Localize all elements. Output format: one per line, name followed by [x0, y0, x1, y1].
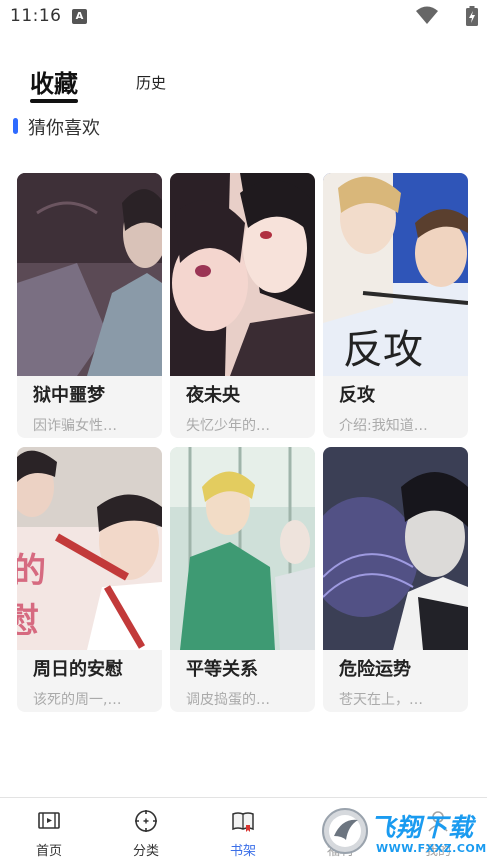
- nav-item-bookshelf[interactable]: 书架: [208, 798, 278, 865]
- comic-card[interactable]: 平等关系 调皮捣蛋的…: [170, 447, 315, 712]
- comic-desc: 调皮捣蛋的…: [186, 692, 270, 708]
- comic-cover: [170, 173, 315, 376]
- status-time: 11:16: [10, 6, 62, 26]
- comic-title: 夜未央: [186, 385, 240, 406]
- wifi-icon: [416, 6, 438, 24]
- watermark-url: WWW.FXXZ.COM: [376, 842, 487, 855]
- comic-card[interactable]: 狱中噩梦 因诈骗女性…: [17, 173, 162, 438]
- compass-icon: [135, 810, 157, 832]
- comic-desc: 该死的周一,…: [33, 692, 122, 708]
- comic-desc: 介绍:我知道…: [339, 418, 428, 434]
- comic-cover: 反攻: [323, 173, 468, 376]
- comic-cover: [170, 447, 315, 650]
- nav-label: 书架: [229, 844, 256, 859]
- watermark-logo-icon: [322, 808, 368, 854]
- section-title: 猜你喜欢: [28, 118, 100, 139]
- book-icon: [232, 812, 254, 832]
- comic-cover: [323, 447, 468, 650]
- tab-active-indicator: [30, 99, 78, 103]
- nav-label: 分类: [132, 844, 159, 859]
- nav-item-category[interactable]: 分类: [111, 798, 181, 865]
- watermark-title: 飞翔下载: [370, 813, 475, 842]
- comic-title: 平等关系: [186, 659, 258, 680]
- comic-desc: 苍天在上，…: [339, 692, 423, 708]
- comic-desc: 失忆少年的…: [186, 418, 270, 434]
- battery-icon: [466, 6, 478, 26]
- status-bar: 11:16 A: [0, 0, 487, 34]
- svg-text:反攻: 反攻: [343, 327, 423, 373]
- comic-title: 危险运势: [339, 659, 411, 680]
- svg-text:慰: 慰: [17, 601, 39, 641]
- nav-item-home[interactable]: 首页: [14, 798, 84, 865]
- watermark: 飞翔下载 WWW.FXXZ.COM: [318, 802, 487, 860]
- comic-cover: [17, 173, 162, 376]
- nav-label: 首页: [35, 844, 62, 859]
- tab-history[interactable]: 历史: [136, 72, 166, 93]
- film-icon: [38, 812, 60, 829]
- comic-cover: 的 慰: [17, 447, 162, 650]
- comic-card[interactable]: 反攻 反攻 介绍:我知道…: [323, 173, 468, 438]
- comic-card[interactable]: 的 慰 周日的安慰 该死的周一,…: [17, 447, 162, 712]
- comic-title: 周日的安慰: [33, 659, 123, 680]
- comic-card[interactable]: 危险运势 苍天在上，…: [323, 447, 468, 712]
- tab-favorites[interactable]: 收藏: [30, 64, 78, 99]
- svg-text:的: 的: [17, 551, 46, 591]
- comic-title: 反攻: [339, 385, 375, 406]
- comic-card[interactable]: 夜未央 失忆少年的…: [170, 173, 315, 438]
- section-accent-bar: [13, 118, 18, 134]
- notification-icon: A: [72, 9, 87, 24]
- comic-desc: 因诈骗女性…: [33, 418, 117, 434]
- comic-title: 狱中噩梦: [33, 385, 105, 406]
